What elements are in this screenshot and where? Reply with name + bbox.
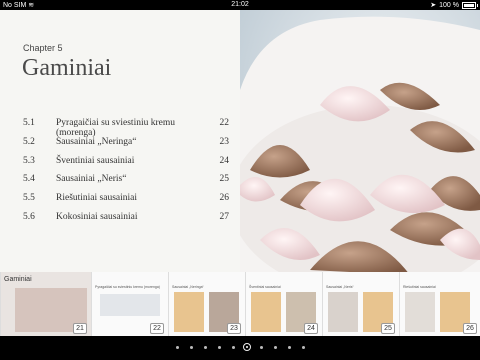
thumbnail-page[interactable]: Šventiniai sausainiai 24 xyxy=(245,272,322,336)
page-dot[interactable] xyxy=(301,346,305,349)
thumbnail-page[interactable]: Gaminiai 21 xyxy=(0,272,91,336)
page-dot[interactable] xyxy=(189,346,193,349)
thumbnail-page[interactable]: Sausainiai „Neringa“ 23 xyxy=(168,272,245,336)
page-dot[interactable] xyxy=(217,346,221,349)
page-indicator[interactable] xyxy=(0,336,480,360)
toc-item[interactable]: 5.3 Šventiniai sausainiai 24 xyxy=(23,156,229,175)
toc-item[interactable]: 5.6 Kokosiniai sausainiai 27 xyxy=(23,212,229,231)
toc-item[interactable]: 5.1 Pyragaičiai su sviestiniu kremu (more… xyxy=(23,118,229,138)
toc-item[interactable]: 5.5 Riešutiniai sausainiai 26 xyxy=(23,193,229,212)
page-dot[interactable] xyxy=(203,346,207,349)
page-dot[interactable] xyxy=(259,346,263,349)
chapter-title: Gaminiai xyxy=(22,55,112,81)
status-bar: No SIM ≋ 21:02 ➤ 100 % xyxy=(0,0,480,10)
battery-percent: 100 % xyxy=(439,1,459,9)
location-arrow-icon: ➤ xyxy=(430,2,437,9)
meringue-photo xyxy=(240,10,480,282)
thumbnail-image xyxy=(328,292,358,332)
page-dot[interactable] xyxy=(231,346,235,349)
thumbnail-card xyxy=(251,292,281,332)
chapter-label: Chapter 5 xyxy=(23,43,63,53)
toc-item[interactable]: 5.4 Sausainiai „Neris“ 25 xyxy=(23,174,229,193)
thumbnail-page[interactable]: Pyragaičiai su sviestiniu kremu (morenga… xyxy=(91,272,168,336)
thumbnail-table xyxy=(100,294,160,316)
page-dot[interactable] xyxy=(287,346,291,349)
thumbnail-page[interactable]: Sausainiai „Neris“ 25 xyxy=(322,272,399,336)
table-of-contents: 5.1 Pyragaičiai su sviestiniu kremu (more… xyxy=(23,118,229,231)
page-dot[interactable] xyxy=(273,346,277,349)
thumbnail-image xyxy=(405,292,435,332)
toc-item[interactable]: 5.2 Sausainiai „Neringa“ 23 xyxy=(23,137,229,156)
battery-icon xyxy=(462,1,478,9)
chapter-page: Chapter 5 Gaminiai 5.1 Pyragaičiai su svi… xyxy=(0,10,240,282)
clock: 21:02 xyxy=(231,1,249,8)
page-dot[interactable] xyxy=(175,346,179,349)
thumbnail-page[interactable]: Riešutiniai sausainiai 26 xyxy=(399,272,480,336)
page-dot-active[interactable] xyxy=(243,343,251,351)
thumbnail-card xyxy=(174,292,204,332)
thumbnail-strip: Gaminiai 21 Pyragaičiai su sviestiniu kr… xyxy=(0,272,480,336)
